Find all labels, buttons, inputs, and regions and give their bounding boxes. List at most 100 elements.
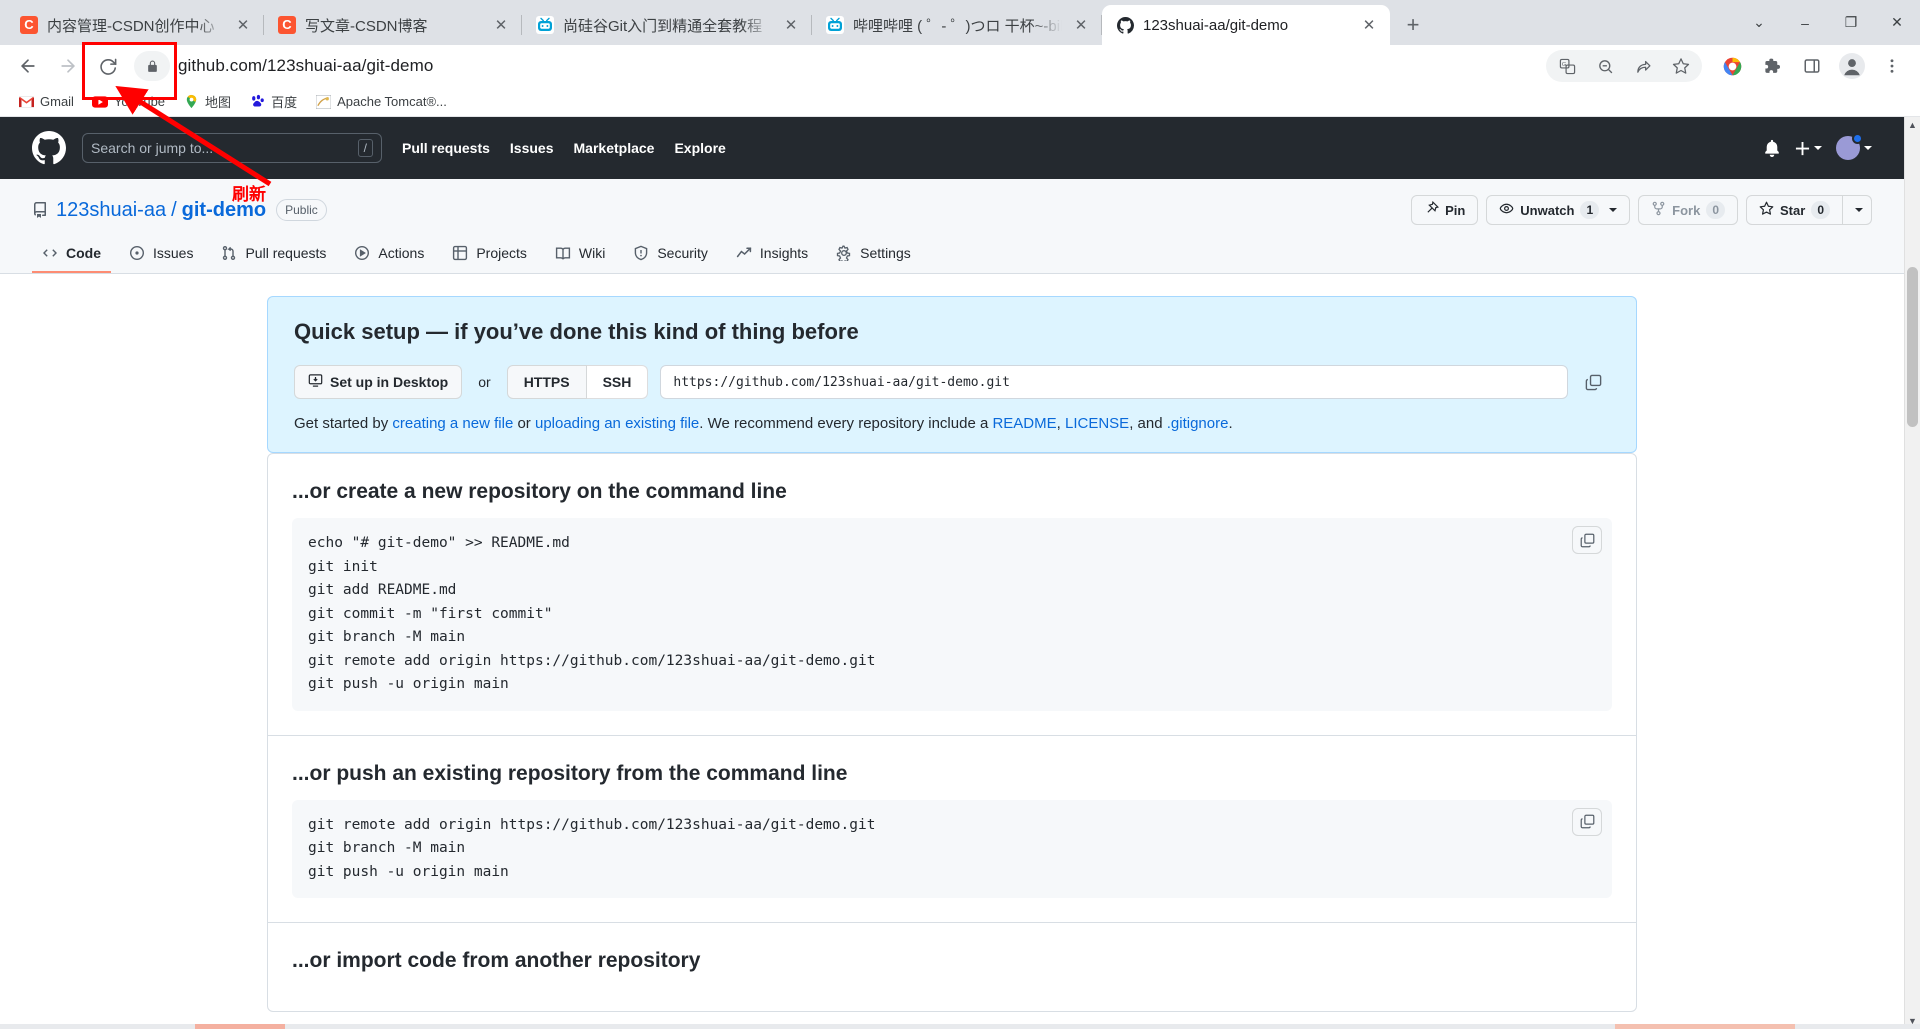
bookmark-baidu[interactable]: 百度 xyxy=(241,90,305,114)
tab-close-button[interactable]: ✕ xyxy=(1070,14,1092,36)
tab-label: Security xyxy=(657,245,708,261)
bookmark-tomcat[interactable]: Apache Tomcat®... xyxy=(307,90,455,114)
chrome-profile-icon[interactable] xyxy=(1715,49,1749,83)
star-dropdown-button[interactable] xyxy=(1842,195,1872,225)
copy-icon[interactable] xyxy=(1576,365,1610,399)
lock-icon[interactable] xyxy=(134,51,170,81)
address-bar[interactable]: github.com/123shuai-aa/git-demo xyxy=(134,49,1538,83)
gitignore-link[interactable]: .gitignore xyxy=(1167,415,1229,432)
browser-tab-active[interactable]: 123shuai-aa/git-demo ✕ xyxy=(1102,5,1390,45)
minimize-button[interactable]: – xyxy=(1782,5,1828,41)
book-icon xyxy=(555,245,571,261)
bookmark-youtube[interactable]: YouTube xyxy=(84,90,173,114)
zoom-out-icon[interactable] xyxy=(1589,50,1621,82)
tab-close-button[interactable]: ✕ xyxy=(232,14,254,36)
tab-label: Pull requests xyxy=(245,245,327,261)
tab-issues[interactable]: Issues xyxy=(119,237,203,273)
fork-button[interactable]: Fork 0 xyxy=(1638,195,1739,225)
tab-pull-requests[interactable]: Pull requests xyxy=(211,237,336,273)
browser-tab[interactable]: C 内容管理-CSDN创作中心 ✕ xyxy=(6,5,264,45)
protocol-https-button[interactable]: HTTPS xyxy=(506,365,587,399)
bookmark-label: YouTube xyxy=(113,94,166,109)
browser-tab[interactable]: 哔哩哔哩 ( ゜- ゜)つロ 干杯~-bili ✕ xyxy=(812,5,1102,45)
close-window-button[interactable]: ✕ xyxy=(1874,5,1920,41)
nav-pull-requests[interactable]: Pull requests xyxy=(402,140,490,156)
watch-button[interactable]: Unwatch 1 xyxy=(1486,195,1631,225)
bilibili-icon xyxy=(826,16,844,34)
issue-opened-icon xyxy=(129,245,145,261)
creating-a-new-file-link[interactable]: creating a new file xyxy=(392,415,513,432)
chevron-down-icon xyxy=(1855,208,1863,212)
forward-button[interactable] xyxy=(50,48,86,84)
back-button[interactable] xyxy=(10,48,46,84)
git-pull-request-icon xyxy=(221,245,237,261)
bookmark-star-icon[interactable] xyxy=(1665,50,1697,82)
tab-label: Actions xyxy=(378,245,425,261)
chevron-down-icon[interactable] xyxy=(1609,208,1618,212)
gs-mid3: , xyxy=(1056,415,1065,432)
tab-projects[interactable]: Projects xyxy=(442,237,537,273)
nav-issues[interactable]: Issues xyxy=(510,140,554,156)
content-column: Quick setup — if you’ve done this kind o… xyxy=(267,296,1637,1012)
gs-mid1: or xyxy=(513,415,535,432)
side-panel-icon[interactable] xyxy=(1795,49,1829,83)
clone-url-input[interactable]: https://github.com/123shuai-aa/git-demo.… xyxy=(660,365,1568,399)
extensions-puzzle-icon[interactable] xyxy=(1755,49,1789,83)
search-input[interactable]: Search or jump to... / xyxy=(82,133,382,163)
menu-kebab-icon[interactable] xyxy=(1875,49,1909,83)
bookmark-maps[interactable]: 地图 xyxy=(175,90,239,114)
protocol-ssh-button[interactable]: SSH xyxy=(586,365,649,399)
set-up-in-desktop-button[interactable]: Set up in Desktop xyxy=(294,365,463,399)
bell-icon[interactable] xyxy=(1763,139,1781,157)
tab-insights[interactable]: Insights xyxy=(726,237,818,273)
tab-title: 内容管理-CSDN创作中心 xyxy=(47,17,215,35)
pin-icon xyxy=(1424,200,1440,219)
license-link[interactable]: LICENSE xyxy=(1065,415,1129,432)
code-block: git remote add origin https://github.com… xyxy=(292,799,1612,898)
uploading-an-existing-file-link[interactable]: uploading an existing file xyxy=(535,415,699,432)
scroll-up-arrow-icon[interactable]: ▲ xyxy=(1905,117,1920,133)
avatar[interactable] xyxy=(1836,133,1872,160)
tab-title: 123shuai-aa/git-demo xyxy=(1143,16,1289,34)
copy-icon[interactable] xyxy=(1572,526,1602,554)
github-mark-icon[interactable] xyxy=(32,131,66,165)
tab-close-button[interactable]: ✕ xyxy=(1358,14,1380,36)
tab-close-button[interactable]: ✕ xyxy=(490,14,512,36)
code-text: echo "# git-demo" >> README.md git init … xyxy=(308,535,876,692)
repo-separator: / xyxy=(171,198,177,221)
translate-icon[interactable]: G xyxy=(1551,50,1583,82)
repo-owner-link[interactable]: 123shuai-aa xyxy=(56,199,166,222)
tab-wiki[interactable]: Wiki xyxy=(545,237,615,273)
tab-actions[interactable]: Actions xyxy=(344,237,434,273)
tab-code[interactable]: Code xyxy=(32,237,111,273)
nav-marketplace[interactable]: Marketplace xyxy=(574,140,655,156)
command-line-card: ...or create a new repository on the com… xyxy=(267,453,1637,1012)
reload-button[interactable] xyxy=(90,48,126,84)
new-tab-button[interactable]: + xyxy=(1396,8,1430,42)
tab-search-chevron-icon[interactable]: ⌄ xyxy=(1736,5,1782,41)
nav-explore[interactable]: Explore xyxy=(674,140,725,156)
shield-icon xyxy=(633,245,649,261)
profile-avatar-icon[interactable] xyxy=(1835,49,1869,83)
copy-icon[interactable] xyxy=(1572,807,1602,836)
repo-header: 123shuai-aa / git-demo Public Pin Unwatc… xyxy=(0,179,1904,274)
browser-tab[interactable]: 尚硅谷Git入门到精通全套教程（ ✕ xyxy=(522,5,812,45)
browser-toolbar: github.com/123shuai-aa/git-demo G xyxy=(0,45,1920,87)
get-started-text: Get started by creating a new file or up… xyxy=(294,415,1610,432)
browser-tab[interactable]: C 写文章-CSDN博客 ✕ xyxy=(264,5,522,45)
pin-button[interactable]: Pin xyxy=(1411,195,1479,225)
tab-close-button[interactable]: ✕ xyxy=(780,14,802,36)
share-icon[interactable] xyxy=(1627,50,1659,82)
tab-security[interactable]: Security xyxy=(623,237,718,273)
play-icon xyxy=(354,245,370,261)
maximize-button[interactable]: ❐ xyxy=(1828,5,1874,41)
page-scrollbar[interactable]: ▲ ▼ xyxy=(1904,117,1920,1029)
tab-settings[interactable]: Settings xyxy=(826,237,921,273)
avatar-status-dot xyxy=(1852,133,1863,144)
scrollbar-thumb[interactable] xyxy=(1907,267,1918,427)
star-button[interactable]: Star 0 xyxy=(1746,195,1842,225)
plus-icon[interactable] xyxy=(1795,141,1822,156)
readme-link[interactable]: README xyxy=(992,415,1056,432)
bookmark-gmail[interactable]: Gmail xyxy=(10,90,82,114)
gs-prefix: Get started by xyxy=(294,415,393,432)
